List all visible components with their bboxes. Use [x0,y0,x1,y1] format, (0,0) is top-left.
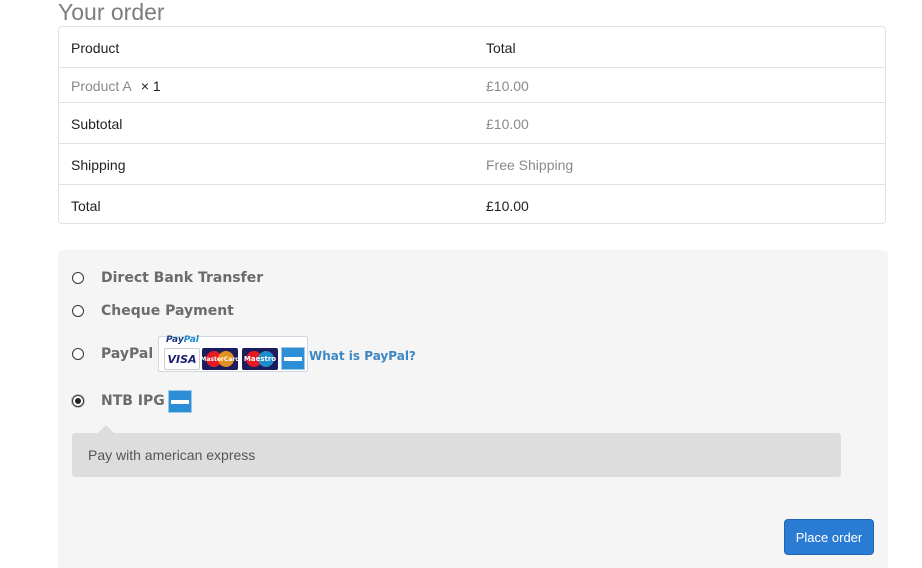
radio-cheque[interactable] [72,305,84,317]
item-cell: Product A × 1 [71,78,161,94]
table-header-row: Product Total [59,27,885,68]
payment-method-paypal[interactable]: PayPal [72,346,153,362]
description-pointer [98,425,114,433]
radio-ntb-ipg[interactable] [72,395,84,407]
payment-method-label: PayPal [101,346,154,362]
payment-method-label: Cheque Payment [101,303,234,319]
total-label: Total [71,198,101,214]
total-value: £10.00 [486,198,529,214]
maestro-icon: Maestro [242,348,278,370]
item-name: Product A [71,78,131,94]
mastercard-icon: MasterCard [202,348,238,370]
payment-method-ntb-ipg[interactable]: NTB IPG [72,393,165,409]
payment-method-label: NTB IPG [101,393,165,409]
order-table: Product Total Product A × 1 £10.00 Subto… [58,26,886,224]
total-header: Total [486,40,516,56]
place-order-button[interactable]: Place order [784,519,874,555]
radio-paypal[interactable] [72,348,84,360]
payment-description: Pay with american express [72,433,841,477]
what-is-paypal-link[interactable]: What is PayPal? [309,349,416,363]
item-quantity: × 1 [140,78,161,94]
subtotal-value: £10.00 [486,116,529,132]
paypal-acceptance-mark: PayPal VISA MasterCard Maestro [158,335,308,372]
shipping-value: Free Shipping [486,157,574,173]
shipping-row: Shipping Free Shipping [59,144,885,185]
visa-card-icon: VISA [164,348,200,370]
item-total: £10.00 [486,78,529,94]
product-header: Product [71,40,120,56]
payment-method-cheque[interactable]: Cheque Payment [72,303,234,319]
table-row: Product A × 1 £10.00 [59,68,885,103]
payment-method-bank-transfer[interactable]: Direct Bank Transfer [72,270,263,286]
payment-section: Direct Bank Transfer Cheque Payment PayP… [58,250,888,568]
subtotal-label: Subtotal [71,116,123,132]
page-title: Your order [58,0,165,25]
total-row: Total £10.00 [59,185,885,224]
amex-card-icon [281,347,305,370]
payment-method-label: Direct Bank Transfer [101,270,264,286]
subtotal-row: Subtotal £10.00 [59,103,885,144]
radio-bank-transfer[interactable] [72,272,84,284]
amex-card-icon [168,390,192,413]
payment-description-text: Pay with american express [88,447,256,463]
paypal-logo: PayPal [166,335,199,345]
shipping-label: Shipping [71,157,126,173]
